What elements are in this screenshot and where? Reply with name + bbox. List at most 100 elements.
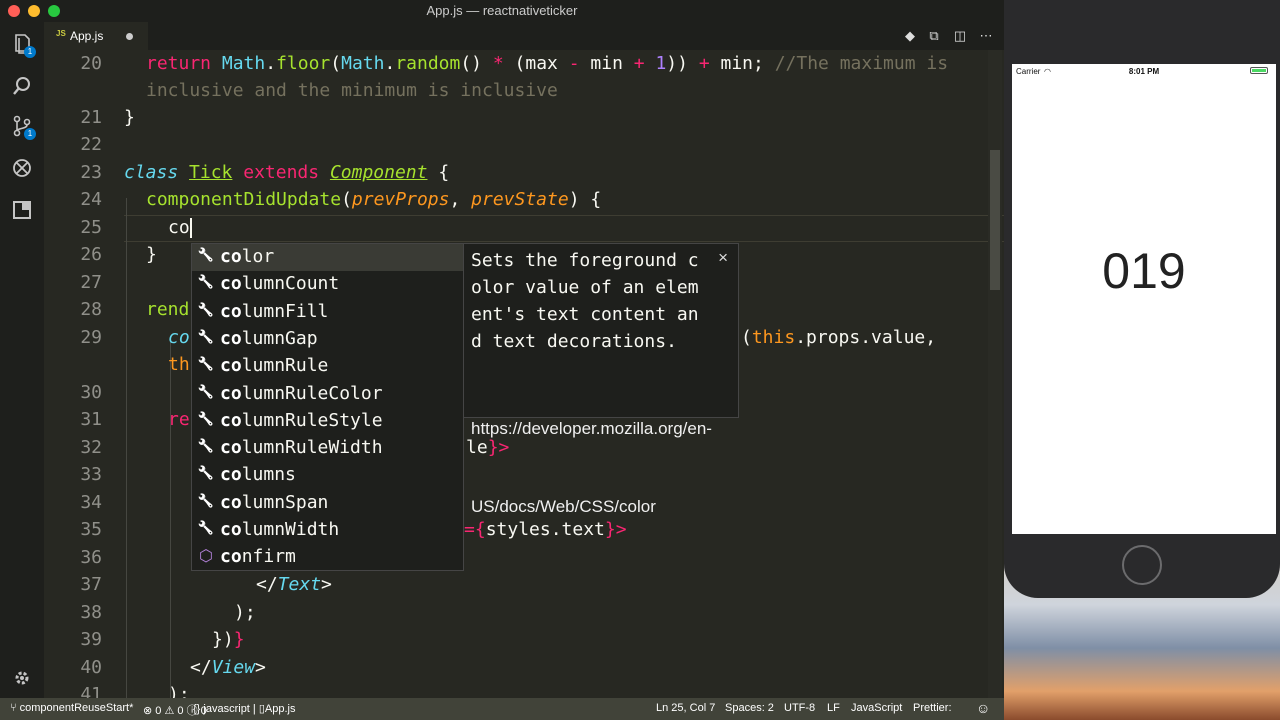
suggestion-item[interactable]: ⬡ confirm [192, 544, 463, 571]
debug-icon[interactable] [10, 156, 34, 180]
docs-link-line: https://developer.mozilla.org/en- [471, 419, 712, 438]
warning-count: 0 [177, 705, 184, 717]
code-line-29-wrapped: th [168, 354, 190, 375]
battery-icon [1250, 67, 1268, 74]
error-icon: ⊗ [143, 705, 156, 717]
docs-link[interactable]: https://developer.mozilla.org/en- US/doc… [471, 364, 733, 572]
autocomplete-list[interactable]: 🔧 color 🔧 columnCount 🔧 columnFill 🔧 columnGap 🔧… [191, 243, 464, 571]
indent-guide [170, 340, 171, 698]
wrench-icon: 🔧 [197, 248, 215, 263]
diff-icon[interactable]: ◆ [902, 28, 918, 44]
suggestion-label: columnGap [220, 327, 318, 349]
line-number: 33 [80, 464, 102, 485]
breadcrumb-file: App.js [264, 703, 296, 715]
code-line-39: })} [212, 629, 245, 650]
js-file-icon: JS [56, 29, 66, 38]
code-line-40: </View> [190, 657, 266, 678]
code-line-37: </Text> [256, 574, 332, 595]
suggestion-item[interactable]: 🔧 columnSpan [192, 490, 463, 517]
suggestion-label: columnRule [220, 355, 329, 377]
suggestion-item[interactable]: 🔧 columnWidth [192, 517, 463, 544]
suggestion-item[interactable]: 🔧 color [192, 244, 463, 272]
suggestion-item[interactable]: 🔧 columnCount [192, 271, 463, 298]
prettier-status[interactable]: Prettier: [913, 702, 952, 714]
docs-line: olor value of an elem [471, 277, 699, 298]
suggestion-item[interactable]: 🔧 columnFill [192, 299, 463, 326]
wrench-icon: 🔧 [197, 411, 215, 427]
branch-indicator[interactable]: ⑂ componentReuseStart* [10, 702, 133, 714]
breadcrumb[interactable]: {} javascript | ▯App.js [193, 702, 296, 715]
code-line-29-tail: (this.props.value, [741, 327, 937, 348]
ticker-counter: 019 [1102, 243, 1186, 299]
source-control-icon[interactable]: 1 [10, 114, 36, 140]
text-cursor [189, 218, 192, 238]
status-bar: ⑂ componentReuseStart* ⊗ 0 ⚠ 0 ⓘ 0 {} ja… [0, 698, 1004, 720]
wrench-icon: 🔧 [197, 493, 215, 509]
docs-line: ent's text content an [471, 304, 699, 325]
split-editor-icon[interactable]: ◫ [952, 28, 968, 44]
suggestion-label: color [220, 246, 275, 267]
line-number: 27 [80, 272, 102, 293]
line-number: 20 [80, 53, 102, 74]
branch-icon: ⑂ [10, 702, 20, 714]
encoding[interactable]: UTF-8 [784, 702, 815, 714]
search-icon[interactable] [10, 74, 34, 98]
language-mode[interactable]: JavaScript [851, 702, 902, 714]
suggestion-docs-panel: Sets the foreground c olor value of an e… [463, 243, 739, 516]
line-number: 21 [80, 107, 102, 128]
suggestion-item[interactable]: 🔧 columnGap [192, 326, 463, 353]
explorer-badge: 1 [24, 46, 36, 58]
activity-bar: 1 1 [0, 22, 44, 698]
suggestion-item[interactable]: 🔧 columnRuleColor [192, 381, 463, 408]
suggestion-item[interactable]: 🔧 columnRuleWidth [192, 435, 463, 462]
settings-gear-icon[interactable] [10, 666, 34, 690]
code-line-24: componentDidUpdate(prevProps, prevState)… [146, 189, 602, 210]
code-line-31: re [168, 409, 190, 430]
close-icon[interactable]: × [718, 248, 728, 268]
vertical-scrollbar[interactable] [988, 50, 1002, 698]
suggestion-item[interactable]: 🔧 columnRule [192, 353, 463, 380]
docs-link-line: US/docs/Web/CSS/color [471, 497, 656, 516]
explorer-icon[interactable]: 1 [10, 32, 36, 58]
code-line-21: } [124, 107, 135, 128]
suggestion-label: confirm [220, 546, 296, 568]
line-number: 34 [80, 492, 102, 513]
extensions-icon[interactable] [10, 198, 34, 222]
current-line-highlight [124, 215, 1004, 242]
line-number: 26 [80, 244, 102, 265]
line-ending[interactable]: LF [827, 702, 840, 714]
line-number: 39 [80, 629, 102, 650]
title-bar: App.js — reactnativeticker [0, 0, 1004, 22]
docs-line: Sets the foreground c [471, 250, 699, 271]
brackets-icon: {} [193, 703, 204, 715]
line-number: 28 [80, 299, 102, 320]
code-line-25[interactable]: co [168, 214, 192, 241]
wrench-icon: 🔧 [197, 521, 215, 536]
line-number: 32 [80, 437, 102, 458]
unsaved-dot-icon[interactable] [126, 33, 133, 40]
editor-tab-bar: JS App.js ◆ ⧉ ◫ ⋯ [44, 22, 1004, 50]
indentation[interactable]: Spaces: 2 [725, 702, 774, 714]
code-line-29: co [168, 327, 190, 348]
line-number: 29 [80, 327, 102, 348]
line-number: 31 [80, 409, 102, 430]
wrench-icon: 🔧 [197, 466, 215, 482]
tab-app-js[interactable]: JS App.js [44, 22, 148, 50]
error-count: 0 [155, 705, 162, 717]
suggestion-item[interactable]: 🔧 columnRuleStyle [192, 408, 463, 435]
code-line-23: class Tick extends Component { [124, 162, 450, 183]
cursor-position[interactable]: Ln 25, Col 7 [656, 702, 715, 714]
smiley-icon[interactable]: ☺ [976, 700, 990, 716]
scrollbar-thumb[interactable] [990, 150, 1000, 290]
more-actions-icon[interactable]: ⋯ [978, 28, 994, 44]
simulator-screen[interactable]: Carrier ◠ 8:01 PM 019 [1012, 64, 1276, 534]
line-number: 25 [80, 217, 102, 238]
code-line-28: rend [146, 299, 190, 320]
suggestion-item[interactable]: 🔧 columns [192, 462, 463, 489]
home-button[interactable] [1122, 545, 1162, 585]
warning-icon: ⚠ [164, 705, 178, 717]
code-line-20: return Math.floor(Math.random() * (max -… [146, 53, 949, 74]
suggestion-label: columnRuleWidth [220, 437, 383, 459]
open-changes-icon[interactable]: ⧉ [926, 28, 942, 44]
line-number: 36 [80, 547, 102, 568]
